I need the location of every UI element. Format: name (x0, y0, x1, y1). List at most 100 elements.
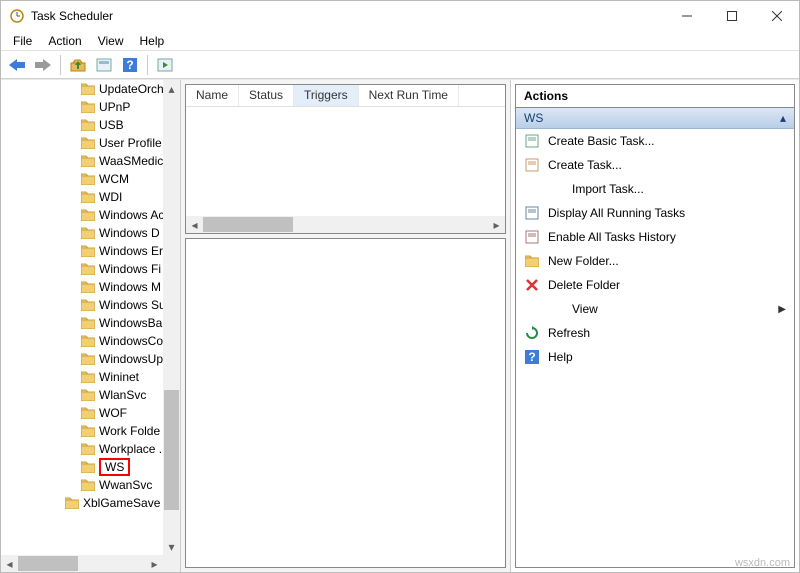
scroll-down-icon[interactable]: ▾ (163, 538, 180, 555)
action-item[interactable]: Enable All Tasks History (516, 225, 794, 249)
toolbar-divider-2 (147, 55, 148, 75)
folder-icon (81, 443, 95, 455)
action-label: Delete Folder (548, 278, 786, 292)
menu-action[interactable]: Action (40, 32, 89, 50)
properties-button[interactable] (92, 53, 116, 77)
scroll-left-icon[interactable]: ◂ (186, 216, 203, 233)
action-label: New Folder... (548, 254, 786, 268)
scroll-up-icon[interactable]: ▴ (163, 80, 180, 97)
actions-section-title[interactable]: WS ▴ (516, 108, 794, 129)
tree-vertical-scrollbar[interactable]: ▴ ▾ (163, 80, 180, 555)
window-controls (664, 2, 799, 31)
scroll-left-icon[interactable]: ◂ (1, 555, 18, 572)
folder-icon (81, 263, 95, 275)
action-item[interactable]: New Folder... (516, 249, 794, 273)
watermark: wsxdn.com (735, 557, 790, 569)
folder-icon (81, 389, 95, 401)
tree-item[interactable]: WindowsUp (1, 350, 180, 368)
run-button[interactable] (153, 53, 177, 77)
folder-icon (81, 479, 95, 491)
folder-icon (81, 155, 95, 167)
tasklist-horizontal-scrollbar[interactable]: ◂ ▸ (186, 216, 505, 233)
actions-header: Actions (515, 84, 795, 107)
tree-item[interactable]: Windows Ac (1, 206, 180, 224)
chevron-right-icon: ▶ (778, 304, 786, 315)
toolbar: ? (1, 51, 799, 79)
scroll-thumb[interactable] (164, 390, 179, 510)
tree-item[interactable]: Work Folde (1, 422, 180, 440)
tree-item[interactable]: WwanSvc (1, 476, 180, 494)
column-header[interactable]: Name (186, 85, 239, 106)
tree-item[interactable]: WDI (1, 188, 180, 206)
tree-item[interactable]: Windows Er (1, 242, 180, 260)
menu-view[interactable]: View (90, 32, 132, 50)
tree-list: UpdateOrch UPnPUSBUser ProfileWaaSMedicWC… (1, 80, 180, 512)
forward-button[interactable] (31, 53, 55, 77)
tree-item[interactable]: Windows D (1, 224, 180, 242)
tree-item[interactable]: Windows Su (1, 296, 180, 314)
tree-item[interactable]: UPnP (1, 98, 180, 116)
tree-item-label: WwanSvc (99, 478, 152, 492)
tree-item[interactable]: Windows Fi (1, 260, 180, 278)
help-button[interactable]: ? (118, 53, 142, 77)
menu-help[interactable]: Help (132, 32, 173, 50)
tree-item[interactable]: Windows M (1, 278, 180, 296)
maximize-button[interactable] (709, 2, 754, 31)
up-button[interactable] (66, 53, 90, 77)
content-area: UpdateOrch UPnPUSBUser ProfileWaaSMedicWC… (1, 79, 799, 572)
table-header: NameStatusTriggersNext Run Time (186, 85, 505, 107)
actions-box: WS ▴ Create Basic Task...Create Task...I… (515, 107, 795, 568)
app-icon (9, 8, 25, 24)
action-label: Help (548, 350, 786, 364)
scroll-thumb[interactable] (203, 217, 293, 232)
tree-item-label: WOF (99, 406, 127, 420)
tree-item[interactable]: WCM (1, 170, 180, 188)
action-item[interactable]: Refresh (516, 321, 794, 345)
collapse-icon[interactable]: ▴ (780, 111, 786, 125)
action-item[interactable]: View▶ (516, 297, 794, 321)
toolbar-divider (60, 55, 61, 75)
folder-icon (81, 101, 95, 113)
tree-item-label: Windows Er (99, 244, 163, 258)
tree-item[interactable]: UpdateOrch (1, 80, 180, 98)
action-label: Enable All Tasks History (548, 230, 786, 244)
tree-item-label: Work Folde (99, 424, 160, 438)
tree-item[interactable]: Workplace . (1, 440, 180, 458)
minimize-button[interactable] (664, 2, 709, 31)
tree-horizontal-scrollbar[interactable]: ◂ ▸ (1, 555, 163, 572)
column-header[interactable]: Triggers (294, 85, 359, 106)
tree-item[interactable]: XblGameSave (1, 494, 180, 512)
tree-item[interactable]: WlanSvc (1, 386, 180, 404)
action-label: Refresh (548, 326, 786, 340)
menu-file[interactable]: File (5, 32, 40, 50)
tree-item[interactable]: USB (1, 116, 180, 134)
tree-item[interactable]: WOF (1, 404, 180, 422)
tree-item-label: UpdateOrch (99, 82, 164, 96)
tree-item[interactable]: WindowsBa (1, 314, 180, 332)
tree-item[interactable]: User Profile (1, 134, 180, 152)
column-header[interactable]: Status (239, 85, 294, 106)
help-icon: ? (524, 349, 540, 365)
action-item[interactable]: Delete Folder (516, 273, 794, 297)
create-basic-icon (524, 133, 540, 149)
column-header[interactable]: Next Run Time (359, 85, 459, 106)
tree-item[interactable]: WaaSMedic (1, 152, 180, 170)
action-item[interactable]: Create Basic Task... (516, 129, 794, 153)
close-button[interactable] (754, 2, 799, 31)
back-button[interactable] (5, 53, 29, 77)
scroll-right-icon[interactable]: ▸ (488, 216, 505, 233)
scroll-right-icon[interactable]: ▸ (146, 555, 163, 572)
tree-item-label: WindowsBa (99, 316, 162, 330)
tree-item-label: Windows D (99, 226, 160, 240)
create-task-icon (524, 157, 540, 173)
tree-item[interactable]: WS (1, 458, 180, 476)
action-item[interactable]: Display All Running Tasks (516, 201, 794, 225)
tree-item[interactable]: WindowsCo (1, 332, 180, 350)
action-item[interactable]: Create Task... (516, 153, 794, 177)
scroll-thumb[interactable] (18, 556, 78, 571)
action-item[interactable]: Import Task... (516, 177, 794, 201)
display-running-icon (524, 205, 540, 221)
tree-item[interactable]: Wininet (1, 368, 180, 386)
action-item[interactable]: ? Help (516, 345, 794, 369)
folder-icon (81, 461, 95, 473)
